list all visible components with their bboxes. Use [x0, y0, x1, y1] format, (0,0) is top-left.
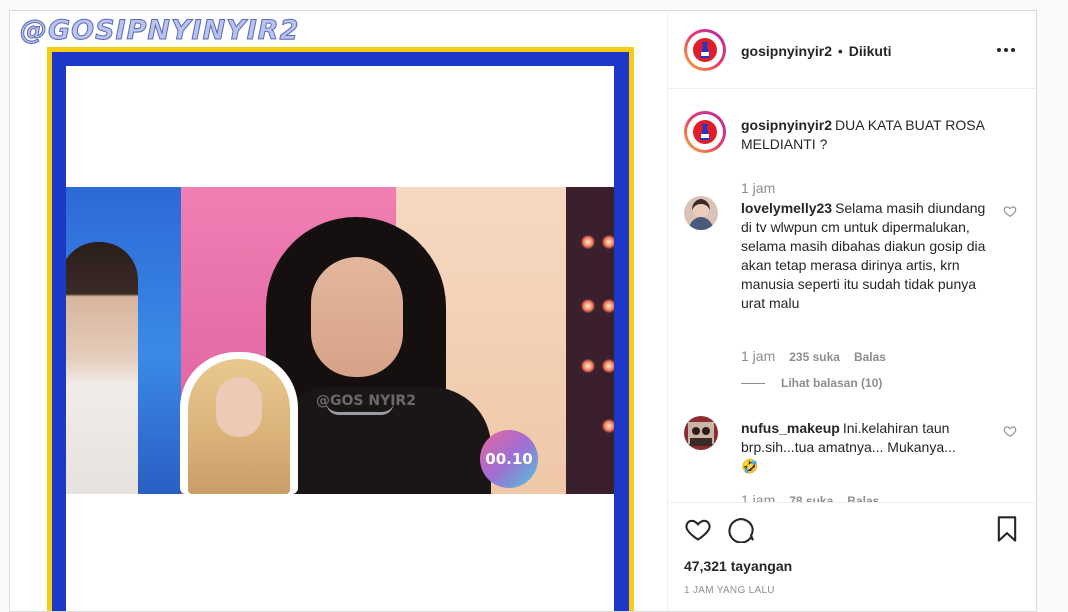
comment-like-icon[interactable]: [1003, 204, 1017, 218]
video-watermark: @GOS NYIR2: [316, 393, 416, 409]
follow-status[interactable]: Diikuti: [849, 43, 892, 59]
bookmark-icon[interactable]: [993, 515, 1021, 543]
view-replies-label: Lihat balasan (10): [781, 376, 883, 390]
logo-icon: [693, 38, 717, 62]
more-options-icon[interactable]: [994, 39, 1018, 61]
header-line: gosipnyinyir2 • Diikuti: [741, 43, 892, 59]
comment-reply[interactable]: Balas: [854, 350, 886, 364]
view-count[interactable]: 47,321 tayangan: [684, 558, 792, 574]
comment-reply[interactable]: Balas: [847, 494, 879, 502]
comment-username[interactable]: nufus_makeup: [741, 420, 840, 436]
video-still: @GOS NYIR2 00.10: [66, 187, 614, 494]
caption-body: gosipnyinyir2 DUA KATA BUAT ROSA MELDIANT…: [741, 116, 996, 154]
stage-light: [602, 419, 614, 433]
view-replies[interactable]: Lihat balasan (10): [741, 376, 882, 390]
post-header: gosipnyinyir2 • Diikuti: [668, 11, 1036, 89]
post-media[interactable]: @GOSIPNYINYIR2 @GOS NYIR2 00.10: [10, 11, 667, 611]
comment-username[interactable]: lovelymelly23: [741, 200, 832, 216]
photo-sticker-face: [216, 377, 262, 437]
comment-bubble-icon[interactable]: [727, 515, 755, 543]
caption-avatar[interactable]: [684, 111, 726, 153]
comment-time[interactable]: 1 jam: [741, 348, 775, 364]
commenter-avatar[interactable]: [684, 196, 718, 230]
caption-username[interactable]: gosipnyinyir2: [741, 117, 832, 133]
stage-light: [581, 299, 595, 313]
comment-likes[interactable]: 235 suka: [789, 350, 840, 364]
comment-body: lovelymelly23 Selama masih diundang di tv…: [741, 199, 996, 313]
post-date[interactable]: 1 JAM YANG LALU: [684, 585, 775, 596]
media-watermark: @GOSIPNYINYIR2: [19, 15, 300, 47]
stage-light: [581, 235, 595, 249]
comment-like-icon[interactable]: [1003, 424, 1017, 438]
caption-time[interactable]: 1 jam: [741, 180, 775, 196]
post-sidebar: gosipnyinyir2 • Diikuti gosipnyinyir2 DU…: [667, 11, 1036, 611]
header-separator: •: [837, 43, 843, 59]
stage-light: [602, 359, 614, 373]
video-person-left: [66, 242, 138, 494]
comment-meta: 1 jam 78 suka Balas: [741, 492, 879, 502]
logo-icon: [693, 120, 717, 144]
comment-likes[interactable]: 78 suka: [789, 494, 833, 502]
timer-badge: 00.10: [480, 430, 538, 488]
comment-text: Selama masih diundang di tv wlwpun cm un…: [741, 200, 986, 311]
commenter-avatar[interactable]: [684, 416, 718, 450]
comment-body: nufus_makeup Ini.kelahiran taun brp.sih..…: [741, 419, 996, 476]
avatar-logo: [687, 114, 723, 150]
stage-light: [581, 359, 595, 373]
caption-meta: 1 jam: [741, 180, 775, 196]
comments-list[interactable]: gosipnyinyir2 DUA KATA BUAT ROSA MELDIANT…: [668, 89, 1036, 502]
stage-light: [602, 235, 614, 249]
stage-light: [602, 299, 614, 313]
replies-divider: [741, 382, 765, 384]
profile-avatar[interactable]: [684, 29, 726, 71]
laughing-emoji: 🤣: [741, 458, 759, 474]
comment-time[interactable]: 1 jam: [741, 492, 775, 502]
comment-meta: 1 jam 235 suka Balas: [741, 348, 886, 364]
header-username[interactable]: gosipnyinyir2: [741, 43, 832, 59]
video-person-face: [311, 257, 403, 377]
avatar-logo: [687, 32, 723, 68]
heart-icon[interactable]: [684, 515, 712, 543]
post-container: @GOSIPNYINYIR2 @GOS NYIR2 00.10 gosipnyi…: [9, 10, 1037, 612]
action-bar: 47,321 tayangan 1 JAM YANG LALU: [668, 502, 1036, 611]
video-bg-dark: [566, 187, 614, 494]
